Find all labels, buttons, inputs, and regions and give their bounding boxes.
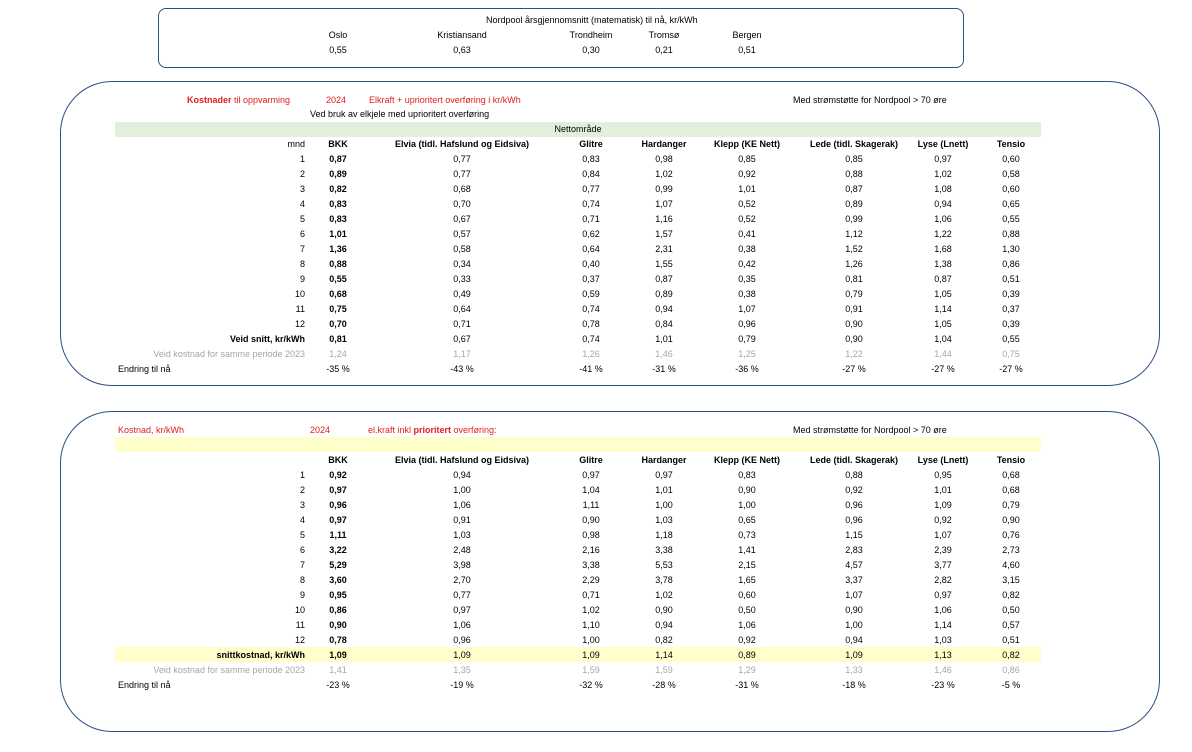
column-header: Tensio: [996, 139, 1026, 149]
change-cell: -5 %: [1001, 680, 1021, 690]
change-cell: -27 %: [999, 364, 1023, 374]
table-cell: 0,58: [1002, 169, 1020, 179]
section1-usage-note: Ved bruk av elkjele med uprioritert over…: [310, 109, 490, 119]
section1-support-note: Med strømstøtte for Nordpool > 70 øre: [793, 95, 947, 105]
table-cell: 0,90: [1002, 515, 1020, 525]
prev-year-cell: 0,86: [1002, 665, 1020, 675]
table-cell: 0,37: [1002, 304, 1020, 314]
section2-subtitle-bold: prioritert: [413, 425, 452, 435]
table-cell: 0,60: [1002, 154, 1020, 164]
table-cell: 4,60: [1002, 560, 1020, 570]
table-cell: 0,76: [1002, 530, 1020, 540]
section2-year: 2024: [310, 425, 331, 435]
section2-subtitle-post: overføring:: [451, 425, 497, 435]
table-cell: 0,55: [1002, 214, 1020, 224]
table-cell: 0,57: [1002, 620, 1020, 630]
section2-header-band: [115, 437, 1041, 452]
table-cell: 0,51: [1002, 635, 1020, 645]
table-cell: 0,68: [1002, 485, 1020, 495]
table-cell: 0,50: [1002, 605, 1020, 615]
average-cell: 0,82: [1002, 650, 1020, 660]
section2-support-note: Med strømstøtte for Nordpool > 70 øre: [793, 425, 947, 435]
section1-subtitle: Elkraft + uprioritert overføring i kr/kW…: [369, 95, 521, 105]
section1-title-rest: til oppvarming: [231, 95, 291, 105]
table-cell: 0,68: [1002, 470, 1020, 480]
nettomrade-label: Nettområde: [554, 124, 602, 134]
table-cell: 0,51: [1002, 274, 1020, 284]
section1-year: 2024: [326, 95, 347, 105]
table-cell: 0,82: [1002, 590, 1020, 600]
table-cell: 0,60: [1002, 184, 1020, 194]
table-cell: 0,39: [1002, 319, 1020, 329]
average-cell: 0,55: [1002, 334, 1020, 344]
table-cell: 0,65: [1002, 199, 1020, 209]
nordpool-title: Nordpool årsgjennomsnitt (matematisk) ti…: [486, 15, 698, 25]
section1-title-bold: Kostnader: [187, 95, 232, 105]
change-label: Endring til nå: [118, 364, 171, 374]
column-header: Tensio: [996, 455, 1026, 465]
prev-year-cell: 0,75: [1002, 349, 1020, 359]
table-cell: 0,79: [1002, 500, 1020, 510]
section2-subtitle-pre: el.kraft inkl: [368, 425, 414, 435]
change-label: Endring til nå: [118, 680, 171, 690]
nordpool-region-value: 0,51: [738, 45, 756, 55]
section2-title: Kostnad, kr/kWh: [118, 425, 185, 435]
table-cell: 1,30: [1002, 244, 1020, 254]
table-cell: 0,39: [1002, 289, 1020, 299]
table-cell: 0,86: [1002, 259, 1020, 269]
section2-subtitle: el.kraft inkl prioritert overføring:: [368, 425, 497, 435]
section1-title: Kostnader til oppvarming: [187, 95, 290, 105]
table-cell: 2,73: [1002, 545, 1020, 555]
table-cell: 0,88: [1002, 229, 1020, 239]
nordpool-region-name: Bergen: [732, 30, 762, 40]
table-cell: 3,15: [1002, 575, 1020, 585]
